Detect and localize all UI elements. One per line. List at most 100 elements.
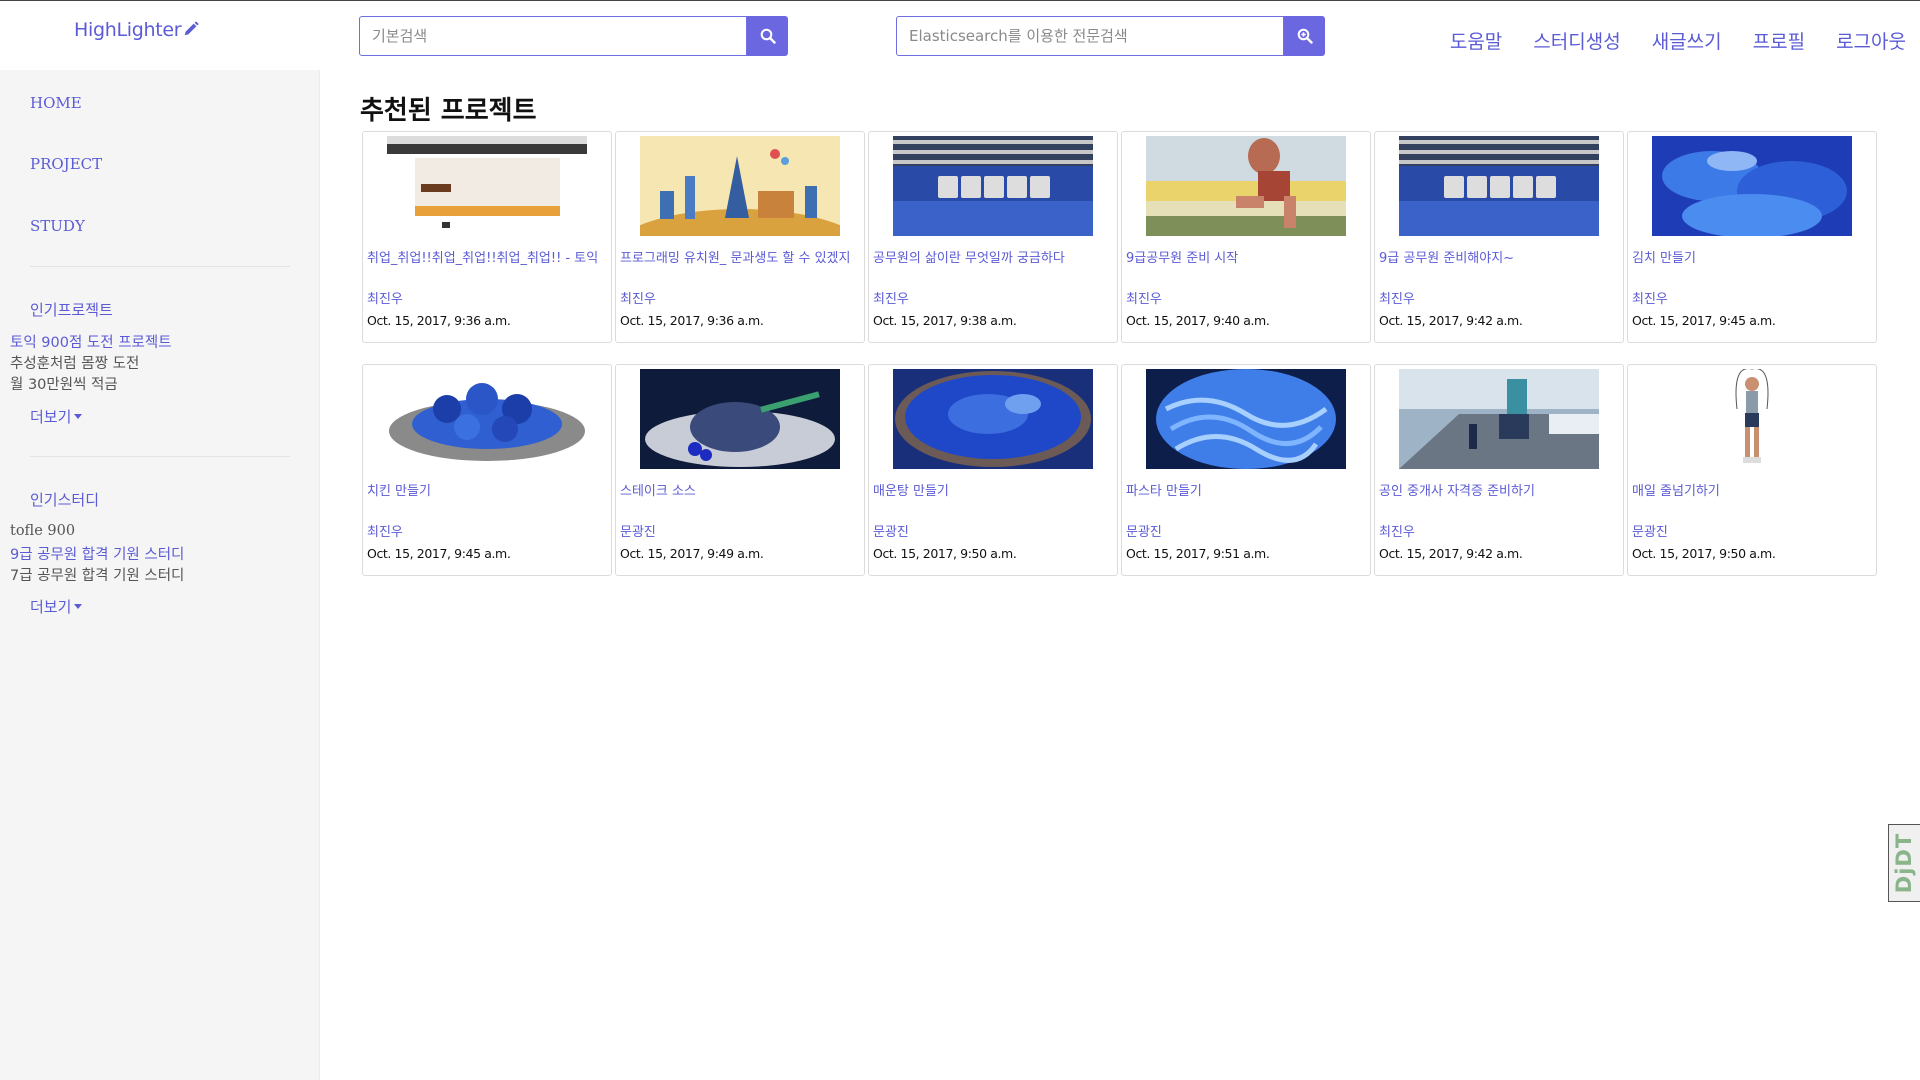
popular-study-item[interactable]: tofle 900 xyxy=(10,523,75,539)
caret-down-icon xyxy=(74,414,83,419)
card-title[interactable]: 매운탕 만들기 xyxy=(873,480,1117,499)
nav-help[interactable]: 도움말 xyxy=(1450,27,1502,54)
card-author[interactable]: 문광진 xyxy=(1126,521,1162,540)
card-title[interactable]: 치킨 만들기 xyxy=(367,480,611,499)
popular-projects-heading: 인기프로젝트 xyxy=(30,301,113,319)
project-thumbnail xyxy=(1652,369,1852,469)
card-title[interactable]: 공무원의 삶이란 무엇일까 궁금하다 xyxy=(873,247,1117,266)
card-title[interactable]: 매일 줄넘기하기 xyxy=(1632,480,1876,499)
zoom-in-icon xyxy=(1297,28,1313,44)
card-title[interactable]: 스테이크 소스 xyxy=(620,480,864,499)
header: HighLighter 도움말 스터디생성 새글쓰기 프로필 로그아웃 xyxy=(0,1,1920,69)
popular-project-item[interactable]: 토익 900점 도전 프로젝트 xyxy=(10,331,172,352)
logo-text[interactable]: HighLighter xyxy=(74,19,182,41)
card-date: Oct. 15, 2017, 9:38 a.m. xyxy=(873,313,1017,328)
card-author[interactable]: 최진우 xyxy=(367,288,403,307)
debug-toolbar-toggle[interactable]: DjDT xyxy=(1888,824,1920,902)
project-card[interactable]: 9급공무원 준비 시작 최진우 Oct. 15, 2017, 9:40 a.m. xyxy=(1121,131,1371,343)
card-title[interactable]: 취업_취업!!취업_취업!!취업_취업!! - 토익 xyxy=(367,247,611,266)
sidebar: HOME PROJECT STUDY 인기프로젝트 토익 900점 도전 프로젝… xyxy=(0,70,320,1080)
card-title[interactable]: 김치 만들기 xyxy=(1632,247,1876,266)
card-date: Oct. 15, 2017, 9:51 a.m. xyxy=(1126,546,1270,561)
popular-studies-heading: 인기스터디 xyxy=(30,491,100,509)
card-title[interactable]: 공인 중개사 자격증 준비하기 xyxy=(1379,480,1623,499)
debug-toolbar-label: DjDT xyxy=(1892,832,1917,894)
nav-logout[interactable]: 로그아웃 xyxy=(1836,27,1906,54)
sidebar-link-study[interactable]: STUDY xyxy=(30,217,85,235)
logo[interactable]: HighLighter xyxy=(74,19,200,41)
nav-profile[interactable]: 프로필 xyxy=(1753,27,1805,54)
card-author[interactable]: 문광진 xyxy=(873,521,909,540)
pencil-icon xyxy=(184,21,199,36)
search-icon xyxy=(760,28,776,44)
popular-study-item[interactable]: 7급 공무원 합격 기원 스터디 xyxy=(10,564,184,585)
card-date: Oct. 15, 2017, 9:45 a.m. xyxy=(367,546,511,561)
card-title[interactable]: 9급공무원 준비 시작 xyxy=(1126,247,1370,266)
project-thumbnail xyxy=(1652,136,1852,236)
basic-search-button[interactable] xyxy=(747,16,788,56)
card-date: Oct. 15, 2017, 9:42 a.m. xyxy=(1379,546,1523,561)
project-thumbnail xyxy=(387,136,587,236)
card-author[interactable]: 최진우 xyxy=(1379,521,1415,540)
project-card[interactable]: 공무원의 삶이란 무엇일까 궁금하다 최진우 Oct. 15, 2017, 9:… xyxy=(868,131,1118,343)
card-date: Oct. 15, 2017, 9:36 a.m. xyxy=(620,313,764,328)
card-title[interactable]: 파스타 만들기 xyxy=(1126,480,1370,499)
sidebar-link-home[interactable]: HOME xyxy=(30,94,82,112)
popular-studies-more[interactable]: 더보기 xyxy=(30,596,83,617)
card-date: Oct. 15, 2017, 9:50 a.m. xyxy=(873,546,1017,561)
project-thumbnail xyxy=(1399,369,1599,469)
project-thumbnail xyxy=(640,369,840,469)
basic-search xyxy=(359,16,788,56)
sidebar-divider xyxy=(30,456,290,457)
card-author[interactable]: 최진우 xyxy=(1126,288,1162,307)
card-author[interactable]: 최진우 xyxy=(620,288,656,307)
project-thumbnail xyxy=(387,369,587,469)
card-title[interactable]: 9급 공무원 준비해야지~ xyxy=(1379,247,1623,266)
full-text-search xyxy=(896,16,1325,56)
more-label: 더보기 xyxy=(30,408,72,426)
project-card[interactable]: 매일 줄넘기하기 문광진 Oct. 15, 2017, 9:50 a.m. xyxy=(1627,364,1877,576)
card-author[interactable]: 최진우 xyxy=(1632,288,1668,307)
card-date: Oct. 15, 2017, 9:50 a.m. xyxy=(1632,546,1776,561)
popular-project-item[interactable]: 추성훈처럼 몸짱 도전 xyxy=(10,352,139,373)
popular-study-item[interactable]: 9급 공무원 합격 기원 스터디 xyxy=(10,543,184,564)
nav-create-study[interactable]: 스터디생성 xyxy=(1533,27,1620,54)
basic-search-input[interactable] xyxy=(359,16,747,56)
project-card[interactable]: 9급 공무원 준비해야지~ 최진우 Oct. 15, 2017, 9:42 a.… xyxy=(1374,131,1624,343)
project-card[interactable]: 파스타 만들기 문광진 Oct. 15, 2017, 9:51 a.m. xyxy=(1121,364,1371,576)
card-date: Oct. 15, 2017, 9:42 a.m. xyxy=(1379,313,1523,328)
project-card[interactable]: 김치 만들기 최진우 Oct. 15, 2017, 9:45 a.m. xyxy=(1627,131,1877,343)
project-card[interactable]: 공인 중개사 자격증 준비하기 최진우 Oct. 15, 2017, 9:42 … xyxy=(1374,364,1624,576)
project-card[interactable]: 매운탕 만들기 문광진 Oct. 15, 2017, 9:50 a.m. xyxy=(868,364,1118,576)
project-card[interactable]: 취업_취업!!취업_취업!!취업_취업!! - 토익 최진우 Oct. 15, … xyxy=(362,131,612,343)
page-title: 추천된 프로젝트 xyxy=(360,96,537,126)
popular-projects-more[interactable]: 더보기 xyxy=(30,406,83,427)
project-card[interactable]: 치킨 만들기 최진우 Oct. 15, 2017, 9:45 a.m. xyxy=(362,364,612,576)
sidebar-link-project[interactable]: PROJECT xyxy=(30,155,102,173)
card-date: Oct. 15, 2017, 9:45 a.m. xyxy=(1632,313,1776,328)
card-author[interactable]: 최진우 xyxy=(1379,288,1415,307)
project-thumbnail xyxy=(640,136,840,236)
card-author[interactable]: 최진우 xyxy=(873,288,909,307)
card-author[interactable]: 문광진 xyxy=(1632,521,1668,540)
card-date: Oct. 15, 2017, 9:40 a.m. xyxy=(1126,313,1270,328)
popular-project-item[interactable]: 월 30만원씩 적금 xyxy=(10,373,118,394)
card-title[interactable]: 프로그래밍 유치원_ 문과생도 할 수 있겠지 xyxy=(620,247,864,266)
full-text-search-button[interactable] xyxy=(1284,16,1325,56)
project-thumbnail xyxy=(893,369,1093,469)
caret-down-icon xyxy=(74,604,83,609)
project-thumbnail xyxy=(893,136,1093,236)
sidebar-divider xyxy=(30,266,290,267)
nav-new-post[interactable]: 새글쓰기 xyxy=(1652,27,1722,54)
card-date: Oct. 15, 2017, 9:36 a.m. xyxy=(367,313,511,328)
project-thumbnail xyxy=(1146,136,1346,236)
card-author[interactable]: 문광진 xyxy=(620,521,656,540)
full-text-search-input[interactable] xyxy=(896,16,1284,56)
more-label: 더보기 xyxy=(30,598,72,616)
card-date: Oct. 15, 2017, 9:49 a.m. xyxy=(620,546,764,561)
card-author[interactable]: 최진우 xyxy=(367,521,403,540)
project-thumbnail xyxy=(1399,136,1599,236)
project-card[interactable]: 스테이크 소스 문광진 Oct. 15, 2017, 9:49 a.m. xyxy=(615,364,865,576)
top-nav: 도움말 스터디생성 새글쓰기 프로필 로그아웃 xyxy=(1419,27,1906,54)
project-card[interactable]: 프로그래밍 유치원_ 문과생도 할 수 있겠지 최진우 Oct. 15, 201… xyxy=(615,131,865,343)
